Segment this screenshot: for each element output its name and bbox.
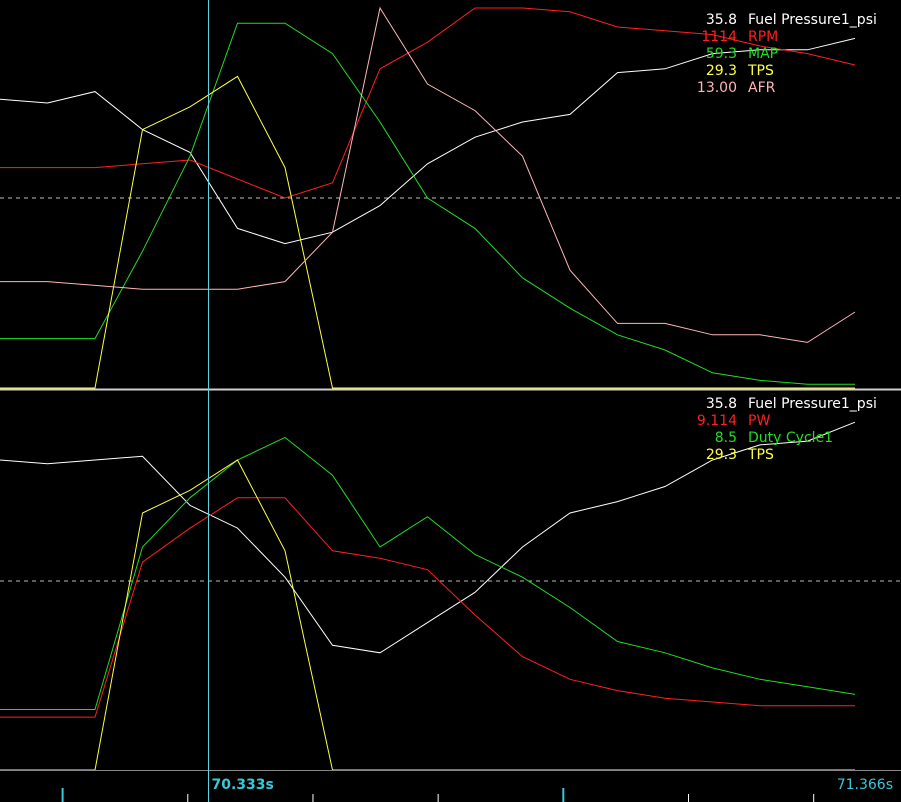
legend-name: Fuel Pressure1_psi [748, 396, 877, 412]
legend-value: 35.8 [706, 12, 737, 28]
legend-value: 1114 [701, 29, 737, 45]
legend-value: 9.114 [697, 413, 737, 429]
legend-name: TPS [747, 447, 774, 463]
legend-name: PW [748, 413, 770, 429]
end-time-label: 71.366s [837, 777, 893, 793]
datalog-chart[interactable]: 35.8 Fuel Pressure1_psi 1114 RPM 59.3 MAP 29.3… [0, 0, 901, 802]
legend-name: Fuel Pressure1_psi [748, 12, 877, 28]
legend-name: TPS [747, 63, 774, 79]
legend-name: RPM [748, 29, 778, 45]
legend-name: Duty Cycle1 [748, 430, 833, 446]
legend-name: AFR [748, 80, 776, 96]
legend-value: 13.00 [697, 80, 737, 96]
legend-value: 59.3 [706, 46, 737, 62]
legend-value: 35.8 [706, 396, 737, 412]
legend-name: MAP [748, 46, 778, 62]
cursor-time-label: 70.333s [212, 777, 274, 793]
legend-value: 8.5 [715, 430, 737, 446]
legend-value: 29.3 [706, 447, 737, 463]
legend-value: 29.3 [706, 63, 737, 79]
